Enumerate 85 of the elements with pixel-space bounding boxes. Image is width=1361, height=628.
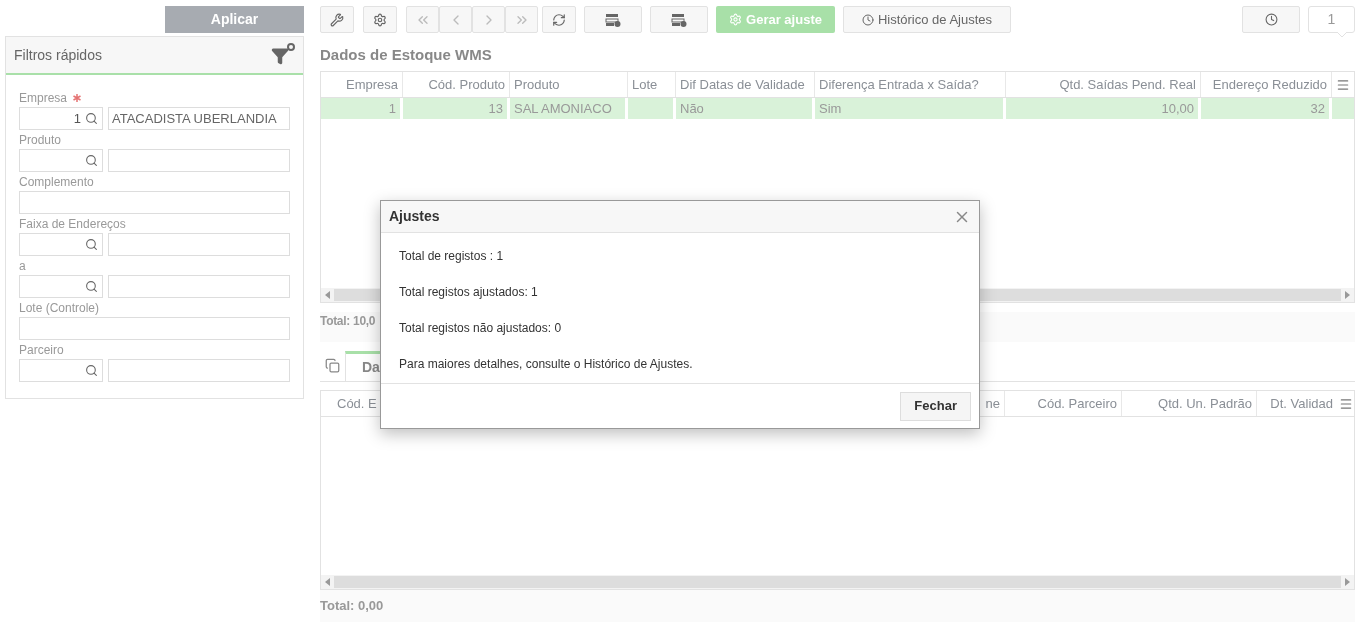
copy-icon xyxy=(325,358,340,373)
search-icon xyxy=(85,154,98,167)
description-field[interactable] xyxy=(108,275,290,298)
refresh-icon xyxy=(552,12,566,27)
description-field[interactable] xyxy=(108,233,290,256)
column-header[interactable]: Dt. Validad xyxy=(1257,391,1337,416)
field-label: Complemento xyxy=(19,174,94,191)
column-header[interactable]: Lote xyxy=(628,72,676,97)
code-field[interactable] xyxy=(19,149,103,172)
scroll-right-icon[interactable] xyxy=(1345,291,1350,299)
dialog-text: Para maiores detalhes, consulte o Histórico de Ajustes. xyxy=(399,356,694,371)
settings-icon xyxy=(373,12,387,27)
search-icon xyxy=(85,112,98,125)
refresh-button[interactable] xyxy=(542,6,576,33)
grid-button[interactable] xyxy=(650,6,708,33)
field-label: Empresa xyxy=(19,90,68,107)
section-title: Dados de Estoque WMS xyxy=(320,45,493,61)
description-field[interactable]: ATACADISTA UBERLANDIA xyxy=(108,107,290,130)
next-button[interactable] xyxy=(472,6,505,33)
table-cell-text: 32 xyxy=(1310,99,1325,118)
field-label: Faixa de Endereços xyxy=(19,216,126,233)
column-header[interactable]: Diferença Entrada x Saída? xyxy=(815,72,1006,97)
column-header[interactable]: Empresa xyxy=(321,72,403,97)
bubble-tail-icon xyxy=(1337,32,1347,38)
column-header[interactable]: Cód. E xyxy=(321,391,381,416)
clock-icon xyxy=(1264,13,1278,26)
first-page-button[interactable] xyxy=(406,6,439,33)
code-field[interactable] xyxy=(19,359,103,382)
panel-title: Filtros rápidos xyxy=(14,45,102,65)
description-field[interactable] xyxy=(108,149,290,172)
search-icon xyxy=(85,280,98,293)
table-cell-text: Não xyxy=(680,99,704,118)
search-icon xyxy=(85,364,98,377)
table-icon xyxy=(605,12,621,27)
settings-icon xyxy=(729,13,743,26)
column-header[interactable]: Cód. Produto xyxy=(403,72,510,97)
field-label: a xyxy=(19,258,26,275)
total-label: Total: 0,00 xyxy=(320,597,384,616)
scrollbar[interactable] xyxy=(321,575,1354,589)
history-button[interactable]: Histórico de Ajustes xyxy=(843,6,1011,33)
dialog-text: Total registos ajustados: 1 xyxy=(399,284,539,299)
wrench-button[interactable] xyxy=(320,6,354,33)
column-menu-icon xyxy=(1336,77,1350,92)
field-label: Lote (Controle) xyxy=(19,300,100,317)
previous-button[interactable] xyxy=(439,6,472,33)
table-cell-text: SAL AMONIACO xyxy=(514,99,612,118)
settings-button[interactable] xyxy=(363,6,397,33)
column-header[interactable]: Dif Datas de Validade xyxy=(676,72,815,97)
text-field[interactable] xyxy=(19,191,290,214)
clock-icon xyxy=(861,13,874,26)
code-field[interactable] xyxy=(19,275,103,298)
column-header[interactable]: Produto xyxy=(510,72,628,97)
clock-button[interactable] xyxy=(1242,6,1300,33)
table-cell-text: 10,00 xyxy=(1161,99,1194,118)
text-field[interactable] xyxy=(19,317,290,340)
table-cell-text: 13 xyxy=(488,99,503,118)
column-header[interactable]: Qtd. Saídas Pend. Real xyxy=(1006,72,1201,97)
dialog-text: Total de registos : 1 xyxy=(399,248,505,263)
table-icon xyxy=(671,12,687,27)
column-header[interactable]: Cód. Parceiro xyxy=(1005,391,1122,416)
dialog-text: Total registos não ajustados: 0 xyxy=(399,320,563,335)
dialog-title: Ajustes xyxy=(389,207,440,226)
required-icon xyxy=(73,94,82,102)
table-cell-text: Sim xyxy=(819,99,842,118)
table-row[interactable]: 1 13 SAL AMONIACO Não Sim 10,00 32 xyxy=(321,98,1354,119)
column-header[interactable]: Endereço Reduzido xyxy=(1201,72,1332,97)
grid-button[interactable] xyxy=(584,6,642,33)
close-button[interactable]: Fechar xyxy=(900,391,971,421)
scroll-right-icon[interactable] xyxy=(1345,578,1350,586)
code-field[interactable]: 1 xyxy=(19,107,103,130)
field-label: Parceiro xyxy=(19,342,64,359)
scroll-left-icon[interactable] xyxy=(325,291,330,299)
column-header[interactable]: ne xyxy=(985,393,1000,414)
column-header[interactable]: Qtd. Un. Padrão xyxy=(1122,391,1257,416)
column-menu-icon xyxy=(1338,396,1353,411)
total-label: Total: 10,0 xyxy=(320,313,376,330)
description-field[interactable] xyxy=(108,359,290,382)
filter-icon[interactable] xyxy=(271,43,295,67)
scroll-left-icon[interactable] xyxy=(325,578,330,586)
field-label: Produto xyxy=(19,132,62,149)
search-icon xyxy=(85,238,98,251)
table-cell-text: 1 xyxy=(388,99,396,118)
apply-button[interactable]: Aplicar xyxy=(165,6,304,33)
wrench-icon xyxy=(330,12,344,27)
code-field[interactable] xyxy=(19,233,103,256)
